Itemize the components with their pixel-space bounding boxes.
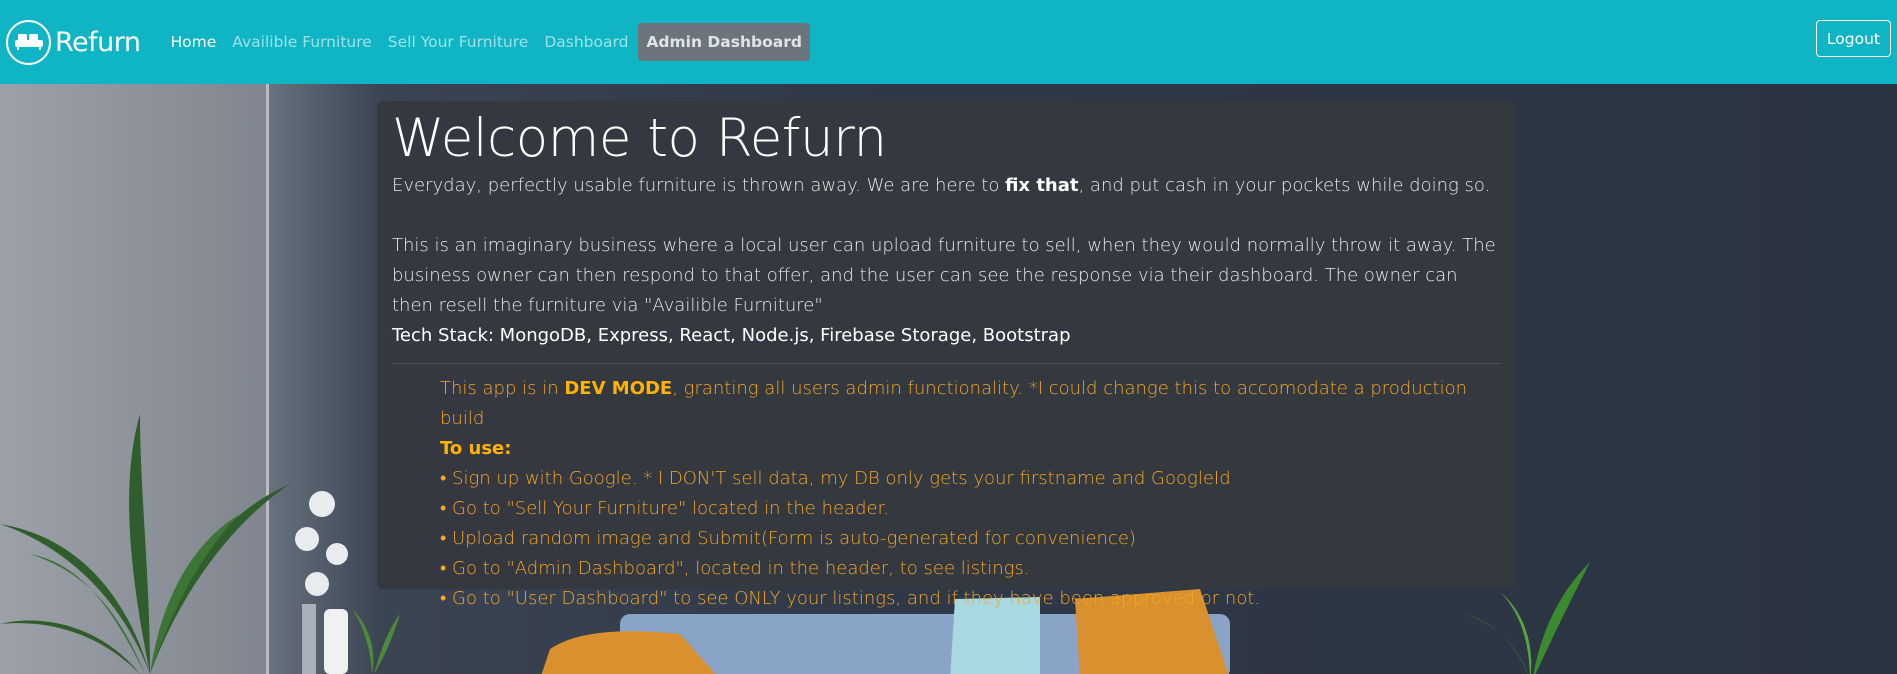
sofa-icon xyxy=(6,19,51,65)
instruction-step-2: • Go to "Sell Your Furniture" located in… xyxy=(440,498,890,519)
dev-mode-notice: This app is in DEV MODE, granting all us… xyxy=(392,374,1501,614)
description-text: This is an imaginary business where a lo… xyxy=(392,235,1496,316)
background-image: Welcome to Refurn Everyday, perfectly us… xyxy=(0,84,1897,674)
intro-text: Everyday, perfectly usable furniture is … xyxy=(392,171,1501,201)
to-use-label: To use: xyxy=(440,434,1501,464)
plant-decoration xyxy=(0,414,290,674)
instruction-step-4: • Go to "Admin Dashboard", located in th… xyxy=(440,558,1030,579)
intro-after: , and put cash in your pockets while doi… xyxy=(1078,175,1491,196)
page-title: Welcome to Refurn xyxy=(392,108,887,169)
intro-before: Everyday, perfectly usable furniture is … xyxy=(392,175,1006,196)
nav-available-furniture[interactable]: Availible Furniture xyxy=(224,23,380,61)
dev-mode-label: DEV MODE xyxy=(564,378,673,399)
nav-dashboard[interactable]: Dashboard xyxy=(536,23,636,61)
instruction-step-1: • Sign up with Google. * I DON'T sell da… xyxy=(440,468,1231,489)
divider xyxy=(392,363,1501,364)
nav-admin-dashboard[interactable]: Admin Dashboard xyxy=(638,23,810,61)
intro-emphasis: fix that xyxy=(1005,175,1079,196)
instruction-step-5: • Go to "User Dashboard" to see ONLY you… xyxy=(440,588,1261,609)
to-use-label-text: To use: xyxy=(440,438,512,459)
nav-home[interactable]: Home xyxy=(163,23,225,61)
welcome-card: Welcome to Refurn Everyday, perfectly us… xyxy=(377,101,1516,609)
nav-sell-furniture[interactable]: Sell Your Furniture xyxy=(380,23,537,61)
brand[interactable]: Refurn xyxy=(6,19,141,65)
logout-button[interactable]: Logout xyxy=(1815,20,1891,57)
dev-mode-line: This app is in DEV MODE, granting all us… xyxy=(440,374,1501,434)
tech-stack-text: Tech Stack: MongoDB, Express, React, Nod… xyxy=(392,325,1071,346)
brand-name: Refurn xyxy=(55,26,141,58)
nav-links: Home Availible Furniture Sell Your Furni… xyxy=(163,23,810,61)
navbar: Refurn Home Availible Furniture Sell You… xyxy=(0,0,1897,84)
instruction-step-3: • Upload random image and Submit(Form is… xyxy=(440,528,1136,549)
dev-before: This app is in xyxy=(440,378,565,399)
